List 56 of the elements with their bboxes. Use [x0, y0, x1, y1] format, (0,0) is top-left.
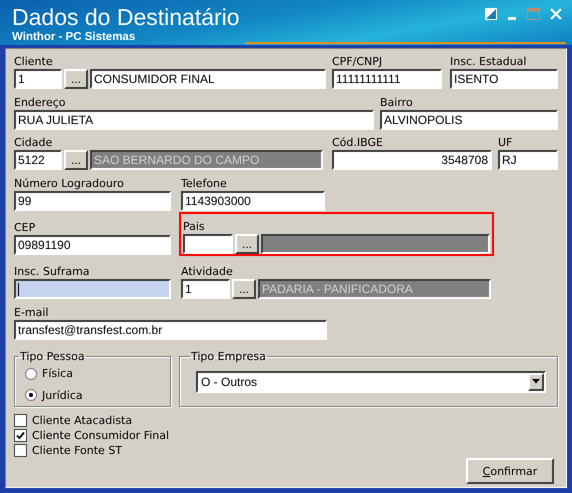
- radio-button[interactable]: [25, 389, 37, 402]
- dropdown-button[interactable]: [528, 372, 544, 390]
- field-label: Insc. Suframa: [14, 265, 90, 279]
- field-label: Atividade: [181, 265, 233, 279]
- field-label: Bairro: [380, 96, 413, 110]
- browse-button[interactable]: ...: [64, 69, 88, 89]
- field-label: CPF/CNPJ: [332, 55, 382, 69]
- code-field[interactable]: 1: [181, 279, 230, 299]
- field-label: Telefone: [181, 177, 227, 191]
- confirm-button[interactable]: Confirmar: [466, 458, 554, 484]
- browse-button[interactable]: ...: [235, 234, 259, 254]
- radio-button[interactable]: [25, 368, 37, 380]
- field-label: Cód.IBGE: [332, 136, 383, 150]
- text-field[interactable]: ISENTO: [450, 69, 558, 89]
- name-field[interactable]: [261, 234, 490, 254]
- field-label: Pais: [183, 220, 205, 234]
- text-field[interactable]: 11111111111: [332, 69, 442, 89]
- text-field[interactable]: 09891190: [14, 235, 171, 255]
- text-field[interactable]: 99: [14, 191, 171, 211]
- window-title: Dados do Destinatário: [12, 4, 240, 30]
- text-field[interactable]: 1143903000: [181, 191, 325, 211]
- group-title: Tipo Empresa: [190, 350, 267, 363]
- field-label: UF: [498, 136, 512, 150]
- checkbox[interactable]: [14, 444, 27, 457]
- dropdown[interactable]: O - Outros: [196, 370, 546, 392]
- close-icon[interactable]: [550, 8, 562, 20]
- field-label: E-mail: [14, 306, 48, 320]
- browse-button[interactable]: ...: [232, 279, 256, 299]
- name-field[interactable]: CONSUMIDOR FINAL: [90, 69, 326, 89]
- field-label: Número Logradouro: [14, 177, 124, 191]
- text-field[interactable]: RUA JULIETA: [14, 110, 374, 130]
- browse-button[interactable]: ...: [64, 150, 88, 170]
- radio-option[interactable]: Jurídica: [25, 384, 170, 406]
- text-field[interactable]: 3548708: [332, 150, 492, 170]
- half-square-icon[interactable]: [485, 8, 497, 20]
- text-field[interactable]: [14, 279, 171, 299]
- checkbox-option[interactable]: Cliente Consumidor Final: [14, 428, 558, 443]
- checkbox-option[interactable]: Cliente Fonte ST: [14, 443, 558, 458]
- caret-icon: [532, 379, 540, 384]
- code-field[interactable]: 5122: [14, 150, 62, 170]
- checkbox[interactable]: [14, 414, 27, 427]
- radio-option[interactable]: Física: [25, 363, 170, 384]
- group-title: Tipo Pessoa: [19, 350, 86, 363]
- code-field[interactable]: [183, 234, 233, 254]
- checkbox-option[interactable]: Cliente Atacadista: [14, 413, 558, 428]
- window-subtitle: Winthor - PC Sistemas: [12, 30, 136, 44]
- checkbox[interactable]: [14, 429, 27, 442]
- field-label: CEP: [14, 221, 36, 235]
- text-field[interactable]: transfest@transfest.com.br: [14, 320, 327, 340]
- field-label: Insc. Estadual: [450, 55, 526, 69]
- field-label: Cidade: [14, 136, 52, 150]
- field-label: Cliente: [14, 55, 53, 69]
- text-field[interactable]: RJ: [498, 150, 558, 170]
- text-field[interactable]: ALVINOPOLIS: [380, 110, 558, 130]
- field-label: Endereço: [14, 96, 66, 110]
- code-field[interactable]: 1: [14, 69, 62, 89]
